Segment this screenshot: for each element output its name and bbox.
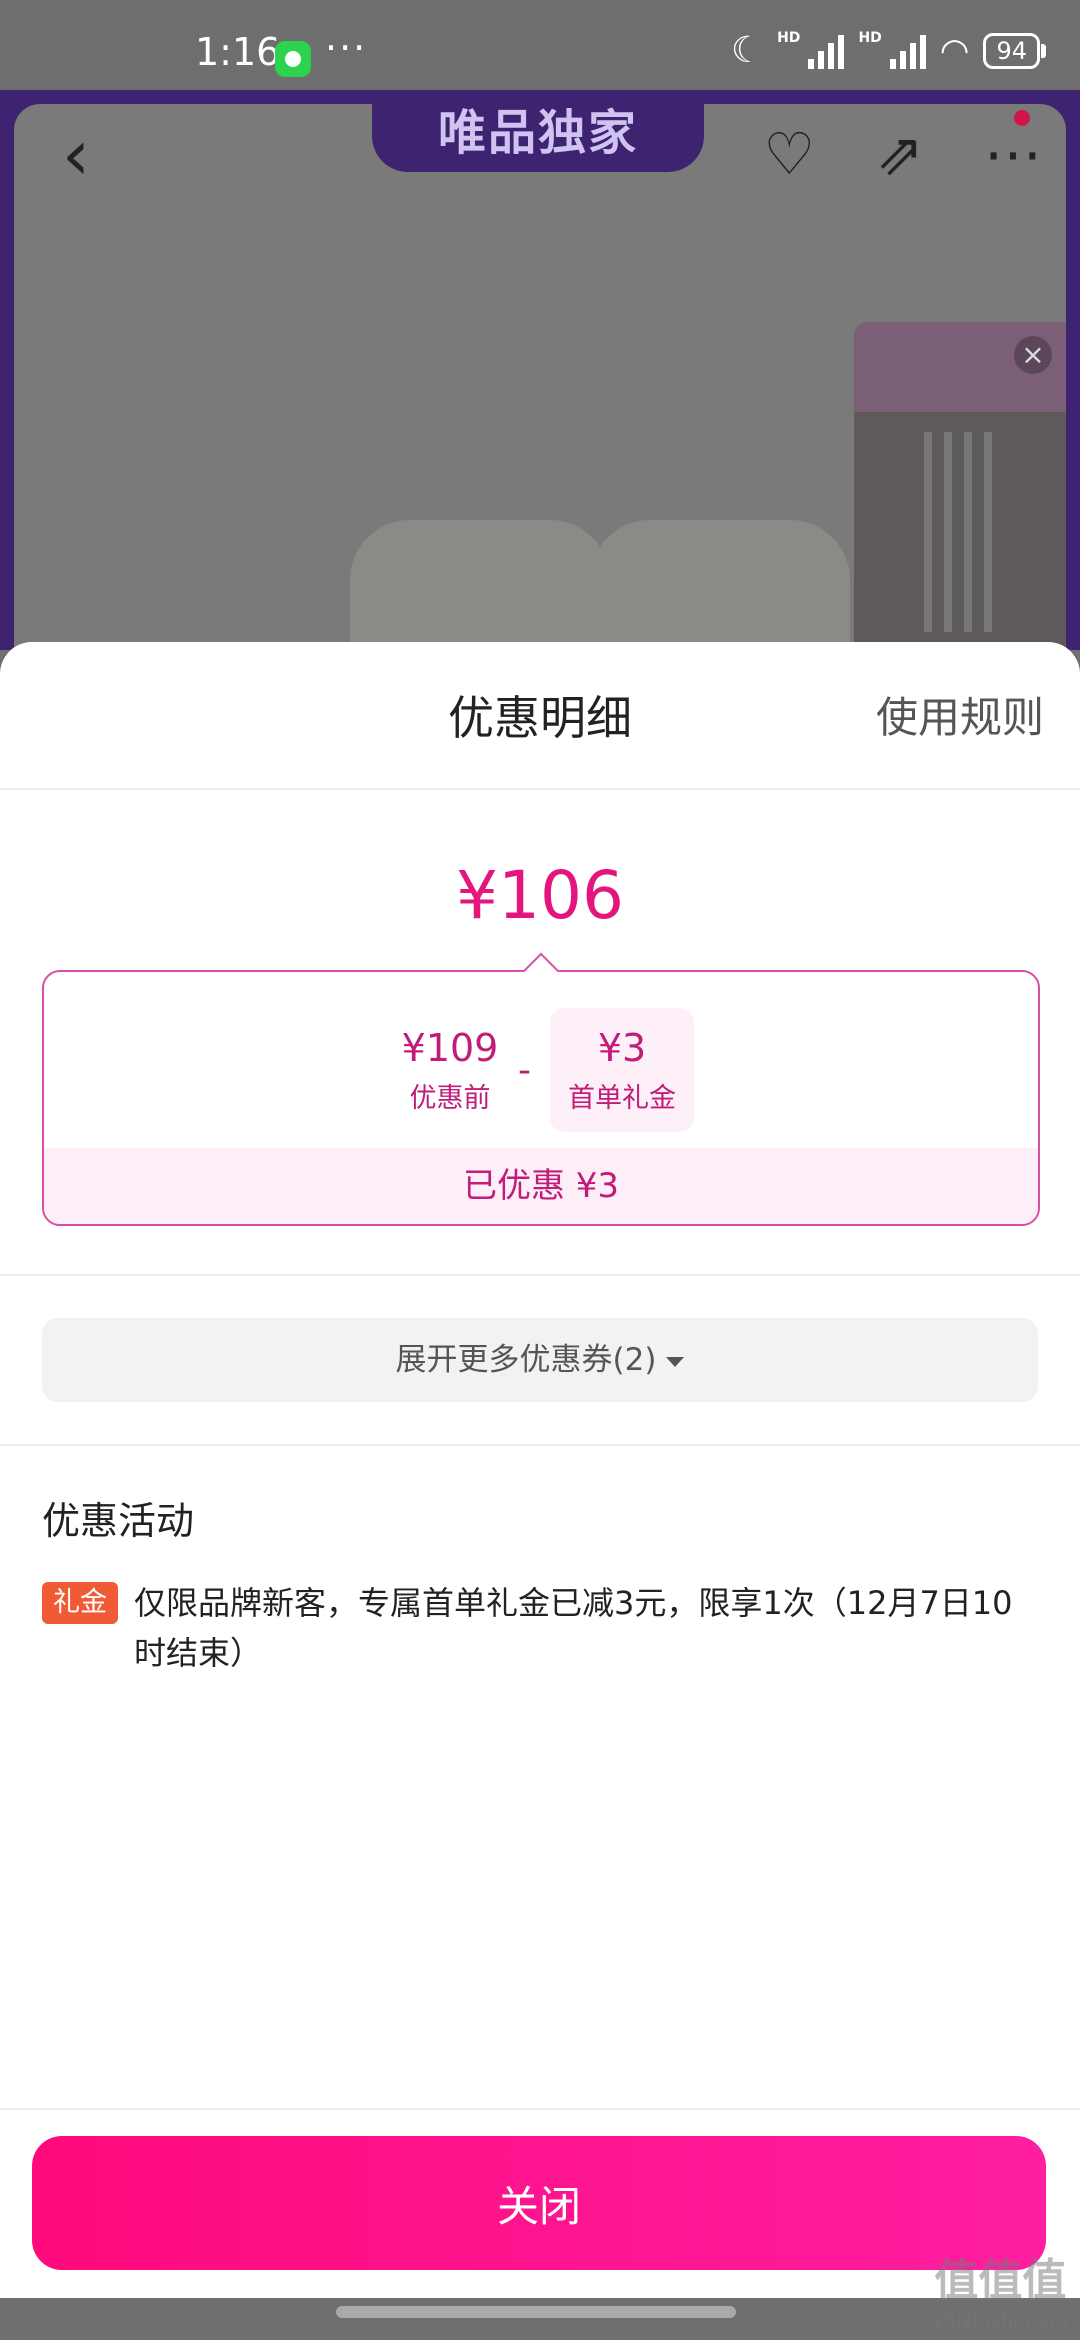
close-icon[interactable]: × [1014, 336, 1052, 374]
promo-description: 仅限品牌新客，专属首单礼金已减3元，限享1次（12月7日10时结束） [134, 1584, 1013, 1672]
notification-dot [1014, 110, 1030, 126]
back-arrow-icon[interactable]: ‹ [62, 120, 90, 190]
divider [0, 1274, 1080, 1276]
original-amount: ¥109 [401, 1026, 499, 1070]
exclusive-banner: 唯品独家 [372, 94, 704, 172]
divider [0, 2108, 1080, 2110]
product-image [330, 480, 850, 660]
share-icon[interactable]: ⇗ [875, 120, 924, 188]
hd-indicator-2: HD [858, 30, 882, 46]
usage-rules-link[interactable]: 使用规则 [876, 684, 1044, 745]
close-button[interactable]: 关闭 [32, 2136, 1046, 2270]
promo-tag: 礼金 [42, 1582, 118, 1624]
signal-icon-2 [889, 33, 926, 69]
divider [0, 788, 1080, 790]
do-not-disturb-icon: ☾ [730, 30, 764, 71]
chevron-down-icon [666, 1356, 685, 1367]
expand-coupons-label: 展开更多优惠券(2) [395, 1342, 657, 1378]
watermark-main: 值值值 [934, 2255, 1067, 2306]
favorite-heart-icon[interactable]: ♡ [763, 120, 815, 188]
original-price: ¥109 优惠前 [390, 1026, 510, 1115]
watermark: 值值值 zhizhizhi.com [933, 2244, 1068, 2332]
original-label: 优惠前 [409, 1083, 491, 1114]
coupon-discount: ¥3 首单礼金 [550, 1026, 694, 1115]
divider [0, 1444, 1080, 1446]
live-video-thumbnail[interactable]: × [854, 322, 1066, 650]
status-icons: ☾ HD HD ◠ 94 [730, 30, 1046, 71]
saved-amount: 已优惠 ¥3 [44, 1148, 1038, 1224]
final-price: ¥106 [456, 857, 624, 934]
message-app-icon [275, 41, 311, 77]
signal-icon [808, 33, 845, 69]
expand-coupons-button[interactable]: 展开更多优惠券(2) [42, 1318, 1038, 1402]
more-notifications-icon: ··· [325, 26, 368, 70]
status-bar: 1:16 ··· ☾ HD HD ◠ 94 [0, 0, 1080, 90]
minus-sign: - [518, 1050, 531, 1091]
battery-icon: 94 [983, 32, 1046, 69]
wifi-icon: ◠ [939, 30, 970, 71]
top-actions: ♡ ⇗ ⋯ [763, 120, 1042, 188]
more-menu-icon[interactable]: ⋯ [984, 120, 1042, 188]
discount-details-sheet: 优惠明细 使用规则 ¥106 ¥109 优惠前 - ¥3 首单礼金 已优惠 ¥3… [0, 642, 1080, 2298]
home-indicator[interactable] [336, 2306, 736, 2318]
watermark-sub: zhizhizhi.com [932, 2308, 1068, 2332]
status-time: 1:16 [195, 30, 281, 74]
price-breakdown: ¥109 优惠前 - ¥3 首单礼金 已优惠 ¥3 [42, 970, 1040, 1226]
coupon-amount: ¥3 [597, 1026, 647, 1070]
coupon-label: 首单礼金 [568, 1083, 676, 1114]
promotions-title: 优惠活动 [42, 1499, 195, 1543]
hd-indicator: HD [777, 30, 801, 46]
